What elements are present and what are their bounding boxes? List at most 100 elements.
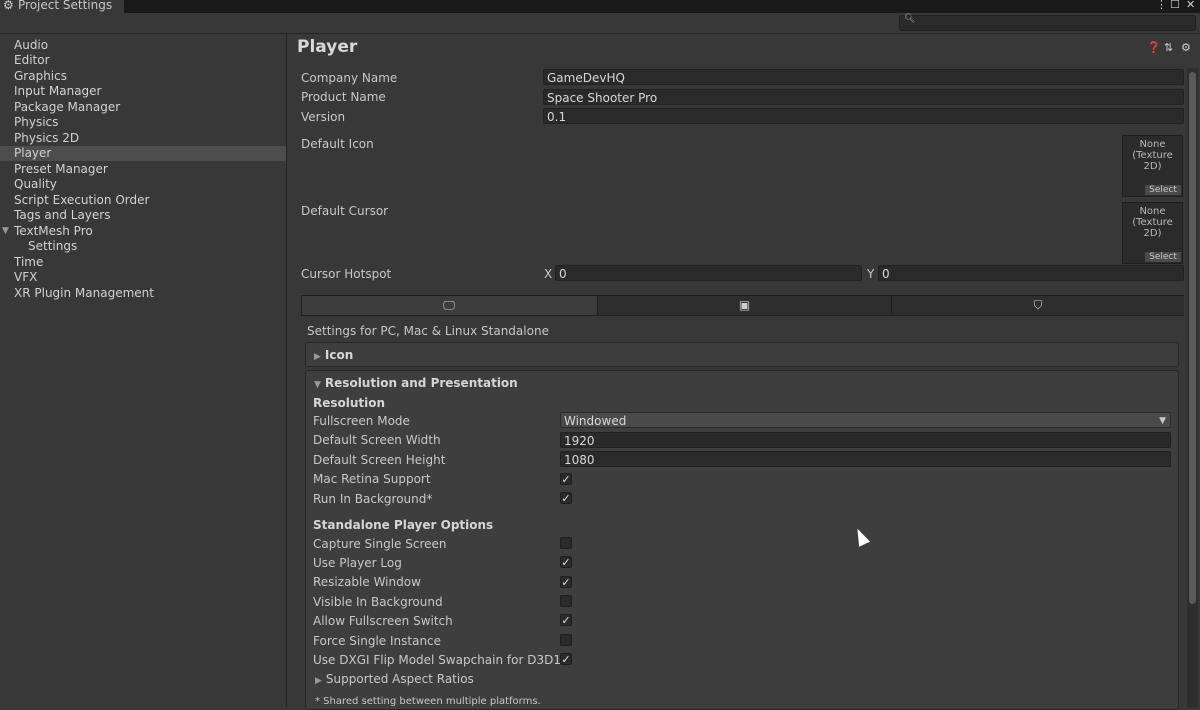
company-name-label: Company Name — [301, 71, 398, 85]
use-player-log-label: Use Player Log — [313, 556, 402, 570]
hotspot-x-label: X — [544, 267, 553, 281]
window-title: Project Settings — [18, 0, 113, 12]
sidebar-item-label: TextMesh Pro — [14, 224, 93, 238]
sidebar-item-physics-2d[interactable]: Physics 2D — [0, 131, 286, 146]
visible-in-background-checkbox[interactable] — [560, 595, 572, 607]
sidebar-item-textmesh-pro[interactable]: ▼ TextMesh Pro — [0, 224, 286, 239]
force-single-instance-label: Force Single Instance — [313, 634, 442, 648]
sidebar-item-vfx[interactable]: VFX — [0, 270, 286, 285]
sidebar-item-audio[interactable]: Audio — [0, 38, 286, 53]
tab-android[interactable]: ▣ — [597, 296, 891, 315]
sidebar-item-input-manager[interactable]: Input Manager — [0, 84, 286, 99]
hotspot-y-field[interactable]: 0 — [878, 265, 1184, 281]
maximize-icon[interactable]: ☐ — [1170, 0, 1180, 11]
sidebar-item-label: Graphics — [14, 69, 67, 83]
close-icon[interactable]: ✕ — [1186, 0, 1195, 11]
expand-triangle-icon: ▶ — [314, 352, 321, 362]
chevron-down-icon: ▼ — [1159, 416, 1166, 426]
sidebar-item-label: Script Execution Order — [14, 193, 150, 207]
run-in-background-checkbox[interactable]: ✓ — [560, 492, 572, 504]
help-icon[interactable]: ❓ — [1147, 41, 1161, 54]
search-input[interactable]: 🔍︎ — [899, 14, 1196, 31]
page-title: Player — [297, 37, 358, 57]
hotspot-x-field[interactable]: 0 — [555, 265, 862, 281]
android-icon: ▣ — [738, 298, 751, 312]
platform-tabs: 🖵 ▣ ⛉ — [301, 295, 1184, 316]
capture-single-screen-label: Capture Single Screen — [313, 537, 447, 551]
sidebar-item-quality[interactable]: Quality — [0, 177, 286, 192]
expand-triangle-icon: ▶ — [315, 676, 322, 686]
resizable-window-checkbox[interactable]: ✓ — [560, 576, 572, 588]
toolbar: 🔍︎ — [0, 13, 1200, 34]
resolution-section-header[interactable]: ▼ Resolution and Presentation — [314, 376, 518, 390]
default-icon-type: (Texture 2D) — [1132, 150, 1173, 172]
sidebar-item-script-execution-order[interactable]: Script Execution Order — [0, 193, 286, 208]
sidebar-item-label: Physics — [14, 115, 59, 129]
fullscreen-mode-dropdown[interactable]: Windowed ▼ — [560, 412, 1171, 428]
gear-icon[interactable]: ⚙ — [1181, 41, 1191, 54]
sidebar-item-tags-and-layers[interactable]: Tags and Layers — [0, 208, 286, 223]
product-name-label: Product Name — [301, 90, 386, 104]
version-field[interactable]: 0.1 — [543, 108, 1184, 124]
use-player-log-checkbox[interactable]: ✓ — [560, 556, 572, 568]
sidebar-item-player[interactable]: Player — [0, 146, 286, 161]
cursor-hotspot-label: Cursor Hotspot — [301, 267, 392, 281]
scrollbar-thumb[interactable] — [1189, 72, 1196, 604]
vertical-scrollbar[interactable] — [1187, 68, 1198, 708]
sidebar-item-label: Audio — [14, 38, 49, 52]
aspect-ratios-foldout[interactable]: ▶ Supported Aspect Ratios — [315, 672, 474, 686]
sidebar-item-xr-plugin-management[interactable]: XR Plugin Management — [0, 286, 286, 301]
default-icon-select-button[interactable]: Select — [1145, 185, 1181, 195]
icon-section-header: ▶ Icon — [314, 348, 353, 362]
html5-icon: ⛉ — [1033, 298, 1043, 312]
more-options-icon[interactable]: ⋮ — [1156, 0, 1167, 11]
screen-width-field[interactable]: 1920 — [560, 432, 1171, 448]
window-tab[interactable]: ⚙ Project Settings — [0, 0, 124, 13]
version-label: Version — [301, 110, 346, 124]
force-single-instance-checkbox[interactable] — [560, 634, 572, 646]
sidebar-item-editor[interactable]: Editor — [0, 53, 286, 68]
window-titlebar: ⚙ Project Settings ⋮ ☐ ✕ — [0, 0, 1200, 13]
mac-retina-checkbox[interactable]: ✓ — [560, 473, 572, 485]
standalone-options-header: Standalone Player Options — [313, 518, 494, 532]
allow-fullscreen-switch-label: Allow Fullscreen Switch — [313, 614, 453, 628]
sidebar-item-graphics[interactable]: Graphics — [0, 69, 286, 84]
screen-height-field[interactable]: 1080 — [560, 451, 1171, 467]
icon-section[interactable]: ▶ Icon — [305, 342, 1179, 367]
mac-retina-label: Mac Retina Support — [313, 472, 431, 486]
resolution-section-label: Resolution and Presentation — [324, 376, 518, 390]
dxgi-flip-checkbox[interactable]: ✓ — [560, 653, 572, 665]
run-in-background-label: Run In Background* — [313, 492, 433, 506]
preset-icon[interactable]: ⇅ — [1164, 41, 1173, 54]
tab-webgl[interactable]: ⛉ — [891, 296, 1184, 315]
default-icon-none: None — [1139, 139, 1166, 150]
capture-single-screen-checkbox[interactable] — [560, 537, 572, 549]
screen-width-label: Default Screen Width — [313, 433, 441, 447]
allow-fullscreen-switch-checkbox[interactable]: ✓ — [560, 614, 572, 626]
default-cursor-select-button[interactable]: Select — [1145, 252, 1181, 262]
default-icon-slot[interactable]: None (Texture 2D) Select — [1122, 135, 1183, 197]
company-name-field[interactable]: GameDevHQ — [543, 69, 1184, 85]
default-cursor-slot[interactable]: None (Texture 2D) Select — [1122, 202, 1183, 264]
tab-standalone[interactable]: 🖵 — [302, 296, 596, 315]
default-cursor-type: (Texture 2D) — [1132, 217, 1173, 239]
visible-in-background-label: Visible In Background — [313, 595, 443, 609]
dxgi-flip-label: Use DXGI Flip Model Swapchain for D3D11 — [313, 653, 569, 667]
expand-triangle-icon[interactable]: ▼ — [2, 224, 9, 239]
sidebar-item-label: Time — [14, 255, 44, 269]
sidebar-item-label: XR Plugin Management — [14, 286, 154, 300]
sidebar-item-settings[interactable]: Settings — [0, 239, 286, 254]
sidebar-item-label: Package Manager — [14, 100, 121, 114]
screen-height-label: Default Screen Height — [313, 453, 446, 467]
product-name-field[interactable]: Space Shooter Pro — [543, 89, 1184, 105]
sidebar-item-package-manager[interactable]: Package Manager — [0, 100, 286, 115]
player-settings-panel: Player ❓ ⇅ ⚙ Company Name GameDevHQ Prod… — [287, 34, 1200, 710]
sidebar-item-preset-manager[interactable]: Preset Manager — [0, 162, 286, 177]
sidebar-item-time[interactable]: Time — [0, 255, 286, 270]
sidebar-item-physics[interactable]: Physics — [0, 115, 286, 130]
icon-section-label: Icon — [324, 348, 354, 362]
sidebar-item-label: Tags and Layers — [14, 208, 111, 222]
resizable-window-label: Resizable Window — [313, 575, 421, 589]
platform-caption: Settings for PC, Mac & Linux Standalone — [307, 324, 549, 338]
default-cursor-label: Default Cursor — [301, 204, 389, 218]
